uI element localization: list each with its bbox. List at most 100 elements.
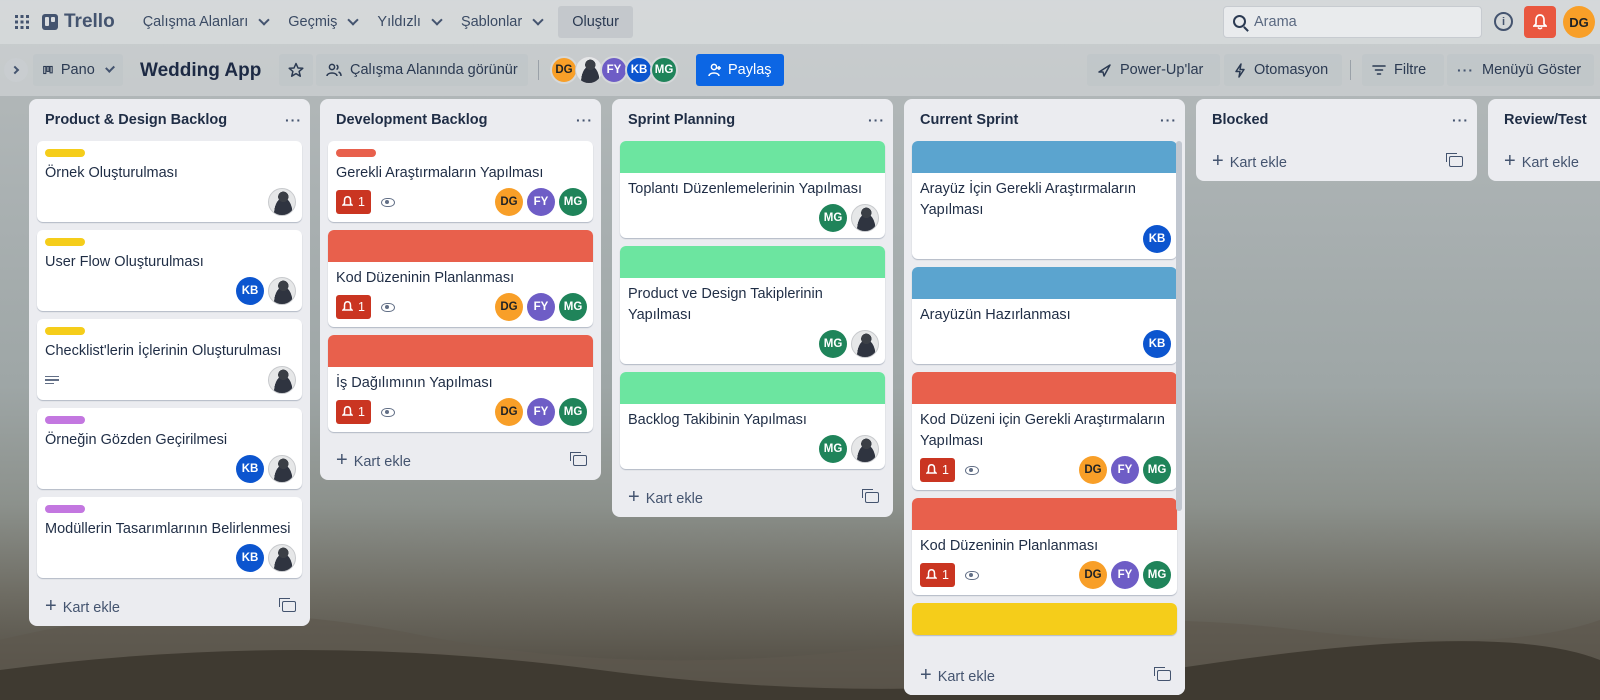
member-avatar[interactable]: DG: [550, 56, 578, 84]
card[interactable]: [912, 603, 1177, 635]
card-label[interactable]: [45, 505, 85, 513]
notifications-button[interactable]: [1524, 6, 1556, 38]
list-title[interactable]: Development Backlog: [336, 112, 488, 128]
card[interactable]: Checklist'lerin İçlerinin Oluşturulması: [37, 319, 302, 400]
notification-badge[interactable]: 1: [336, 295, 371, 319]
card[interactable]: Örneğin Gözden Geçirilmesi KB: [37, 408, 302, 489]
member-avatar[interactable]: KB: [625, 56, 653, 84]
sidebar-toggle-button[interactable]: [4, 58, 28, 82]
card-label[interactable]: [45, 238, 85, 246]
card[interactable]: Kod Düzeni için Gerekli Araştırmaların Y…: [912, 372, 1177, 490]
member-avatar[interactable]: KB: [1143, 225, 1171, 253]
list-menu-icon[interactable]: ···: [1160, 112, 1177, 128]
list-scrollbar[interactable]: [1176, 141, 1182, 511]
visibility-button[interactable]: Çalışma Alanında görünür: [316, 54, 528, 86]
notification-badge[interactable]: 1: [336, 190, 371, 214]
member-avatar[interactable]: FY: [527, 293, 555, 321]
member-avatar[interactable]: KB: [236, 455, 264, 483]
app-switcher-icon[interactable]: [8, 8, 36, 36]
list-title[interactable]: Current Sprint: [920, 112, 1018, 128]
card-template-icon[interactable]: [862, 488, 879, 503]
card[interactable]: Modüllerin Tasarımlarının Belirlenmesi KB: [37, 497, 302, 578]
card[interactable]: Gerekli Araştırmaların Yapılması 1 DG FY MG: [328, 141, 593, 222]
nav-workspaces[interactable]: Çalışma Alanları: [133, 6, 279, 38]
info-icon[interactable]: i: [1494, 12, 1513, 31]
member-avatar[interactable]: DG: [495, 398, 523, 426]
card-template-icon[interactable]: [570, 451, 587, 466]
member-avatar-photo[interactable]: [268, 188, 296, 216]
member-avatar[interactable]: FY: [1111, 456, 1139, 484]
list-title[interactable]: Product & Design Backlog: [45, 112, 227, 128]
card[interactable]: Arayüz İçin Gerekli Araştırmaların Yapıl…: [912, 141, 1177, 259]
add-card-button[interactable]: + Kart ekle: [29, 586, 310, 626]
member-avatar-photo[interactable]: [851, 330, 879, 358]
notification-badge[interactable]: 1: [920, 458, 955, 482]
notification-badge[interactable]: 1: [336, 400, 371, 424]
member-avatar[interactable]: KB: [236, 277, 264, 305]
member-avatar-photo[interactable]: [268, 366, 296, 394]
card[interactable]: Kod Düzeninin Planlanması 1 DG FY MG: [328, 230, 593, 327]
nav-recent[interactable]: Geçmiş: [278, 6, 367, 38]
notification-badge[interactable]: 1: [920, 563, 955, 587]
member-avatar-photo[interactable]: [268, 455, 296, 483]
user-avatar[interactable]: DG: [1563, 6, 1595, 38]
card[interactable]: Kod Düzeninin Planlanması 1 DG FY MG: [912, 498, 1177, 595]
card[interactable]: Product ve Design Takiplerinin Yapılması…: [620, 246, 885, 364]
board-title[interactable]: Wedding App: [140, 60, 261, 82]
nav-starred[interactable]: Yıldızlı: [367, 6, 451, 38]
member-avatar[interactable]: MG: [559, 188, 587, 216]
member-avatar[interactable]: KB: [236, 544, 264, 572]
card-template-icon[interactable]: [1446, 152, 1463, 167]
member-avatar[interactable]: MG: [559, 293, 587, 321]
card-label[interactable]: [45, 416, 85, 424]
card[interactable]: Arayüzün Hazırlanması KB: [912, 267, 1177, 364]
add-card-button[interactable]: + Kart ekle: [1196, 141, 1477, 181]
member-avatar[interactable]: FY: [527, 188, 555, 216]
member-avatar[interactable]: FY: [1111, 561, 1139, 589]
powerups-button[interactable]: Power-Up'lar: [1087, 54, 1220, 86]
card[interactable]: User Flow Oluşturulması KB: [37, 230, 302, 311]
card[interactable]: Backlog Takibinin Yapılması MG: [620, 372, 885, 469]
member-avatar[interactable]: MG: [650, 56, 678, 84]
add-card-button[interactable]: + Kart ekle: [1488, 141, 1600, 181]
member-avatar[interactable]: MG: [819, 330, 847, 358]
member-avatar[interactable]: FY: [600, 56, 628, 84]
nav-templates[interactable]: Şablonlar: [451, 6, 552, 38]
member-avatar-photo[interactable]: [268, 544, 296, 572]
card[interactable]: Toplantı Düzenlemelerinin Yapılması MG: [620, 141, 885, 238]
member-avatar-photo[interactable]: [575, 56, 603, 84]
card[interactable]: İş Dağılımının Yapılması 1 DG FY MG: [328, 335, 593, 432]
member-avatar-photo[interactable]: [268, 277, 296, 305]
star-board-button[interactable]: [279, 54, 313, 86]
member-avatar[interactable]: DG: [1079, 456, 1107, 484]
card-template-icon[interactable]: [1154, 666, 1171, 681]
list-title[interactable]: Sprint Planning: [628, 112, 735, 128]
member-avatar[interactable]: KB: [1143, 330, 1171, 358]
member-avatar[interactable]: MG: [819, 435, 847, 463]
board-members[interactable]: DG FY KB MG: [550, 56, 678, 84]
member-avatar-photo[interactable]: [851, 435, 879, 463]
card-label[interactable]: [336, 149, 376, 157]
card-label[interactable]: [45, 149, 85, 157]
list-menu-icon[interactable]: ···: [868, 112, 885, 128]
list-title[interactable]: Review/Test: [1504, 112, 1587, 128]
member-avatar[interactable]: MG: [1143, 561, 1171, 589]
card[interactable]: Örnek Oluşturulması: [37, 141, 302, 222]
create-button[interactable]: Oluştur: [558, 6, 633, 38]
member-avatar[interactable]: DG: [495, 188, 523, 216]
automation-button[interactable]: Otomasyon: [1224, 54, 1342, 86]
member-avatar[interactable]: DG: [495, 293, 523, 321]
trello-logo[interactable]: Trello: [42, 11, 115, 33]
card-template-icon[interactable]: [279, 597, 296, 612]
list-title[interactable]: Blocked: [1212, 112, 1268, 128]
add-card-button[interactable]: + Kart ekle: [612, 477, 893, 517]
search-input[interactable]: Arama: [1223, 6, 1482, 38]
card-label[interactable]: [45, 327, 85, 335]
member-avatar[interactable]: MG: [1143, 456, 1171, 484]
show-menu-button[interactable]: ··· Menüyü Göster: [1447, 54, 1594, 86]
filter-button[interactable]: Filtre: [1362, 54, 1444, 86]
list-menu-icon[interactable]: ···: [1452, 112, 1469, 128]
member-avatar-photo[interactable]: [851, 204, 879, 232]
list-menu-icon[interactable]: ···: [285, 112, 302, 128]
member-avatar[interactable]: MG: [559, 398, 587, 426]
